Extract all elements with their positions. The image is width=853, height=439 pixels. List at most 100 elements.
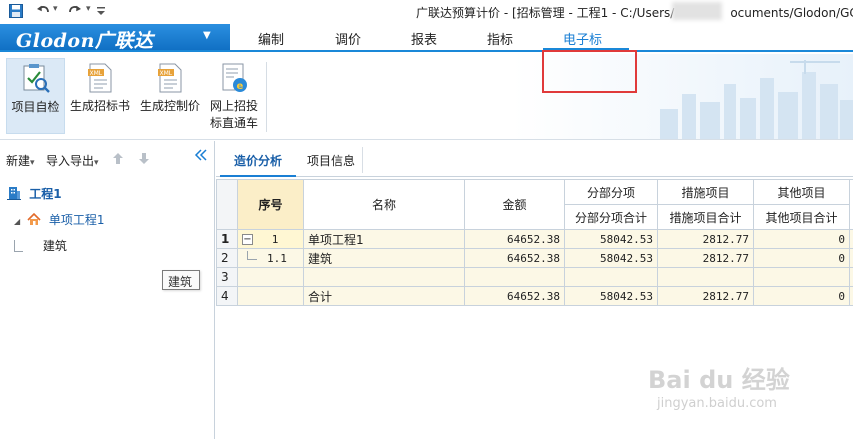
collapse-icon[interactable]: − <box>242 234 253 245</box>
qita-cell[interactable]: 0 <box>753 286 850 306</box>
tab-baobiao[interactable]: 报表 <box>411 29 437 48</box>
chevron-down-icon: ▼ <box>203 30 211 41</box>
column-header-name[interactable]: 名称 <box>303 179 465 230</box>
table-header-row: 序号 名称 金额 分部分项 措施项目 其他项目 <box>216 179 853 230</box>
glodon-logo: Glodon广联达 <box>16 30 154 52</box>
tab-tiaojia[interactable]: 调价 <box>335 29 361 48</box>
row-number: 3 <box>216 267 238 287</box>
column-header-cuoshi-total[interactable]: 措施项目合计 <box>657 204 754 230</box>
cuoshi-cell[interactable] <box>657 267 754 287</box>
column-header-overflow <box>849 179 853 230</box>
customize-icon[interactable] <box>96 3 106 19</box>
overflow-cell <box>849 229 853 249</box>
amount-cell[interactable]: 64652.38 <box>464 286 565 306</box>
tree-node-discipline[interactable]: 建筑 <box>14 237 67 254</box>
cuoshi-cell[interactable]: 2812.77 <box>657 229 754 249</box>
fenbu-cell[interactable]: 58042.53 <box>564 248 658 268</box>
tree-node-project[interactable]: 工程1 <box>7 185 62 202</box>
home-icon <box>27 212 41 225</box>
generate-tender-button[interactable]: XML 生成招标书 <box>68 58 132 134</box>
seq-cell[interactable]: 1.1 <box>237 248 304 268</box>
name-cell[interactable] <box>303 267 465 287</box>
baidu-watermark-url: jingyan.baidu.com <box>657 396 777 411</box>
tab-cost-analysis[interactable]: 造价分析 <box>220 141 296 177</box>
window-title: 广联达预算计价 - [招标管理 - 工程1 - C:/Users/ocument… <box>416 6 853 20</box>
overflow-cell <box>849 286 853 306</box>
title-bar: ▾ ▾ 广联达预算计价 - [招标管理 - 工程1 - C:/Users/ocu… <box>0 0 853 24</box>
tree-toolbar: 新建▾ 导入导出▾ <box>0 141 214 175</box>
project-tree-panel: 新建▾ 导入导出▾ 工程1 ◢ 单项工程1 建筑 <box>0 141 215 439</box>
tab-zhibiao[interactable]: 指标 <box>487 29 513 48</box>
tree-node-unit-project[interactable]: ◢ 单项工程1 <box>14 211 104 228</box>
overflow-cell <box>849 248 853 268</box>
cost-analysis-table: 序号 名称 金额 分部分项 措施项目 其他项目 分部分项合计 措施项目合计 其他… <box>216 179 853 306</box>
seq-cell[interactable] <box>237 286 304 306</box>
baidu-watermark: Bai du 经验 <box>648 366 790 394</box>
generate-control-price-button[interactable]: XML 生成控制价 <box>137 58 203 134</box>
app-menu-button[interactable]: Glodon广联达 ▼ <box>0 24 230 52</box>
fenbu-cell[interactable]: 58042.53 <box>564 229 658 249</box>
column-header-seq[interactable]: 序号 <box>237 179 304 230</box>
column-header-fenbu-total[interactable]: 分部分项合计 <box>564 204 658 230</box>
tree-expander-icon[interactable]: ◢ <box>14 217 20 226</box>
row-number-header <box>216 179 238 230</box>
amount-cell[interactable]: 64652.38 <box>464 248 565 268</box>
redo-icon[interactable] <box>68 3 82 19</box>
tab-bianzhi[interactable]: 编制 <box>258 29 284 48</box>
table-row-total[interactable]: 4 合计 64652.38 58042.53 2812.77 0 <box>216 286 853 306</box>
save-icon[interactable] <box>8 3 24 19</box>
qita-cell[interactable]: 0 <box>753 248 850 268</box>
name-cell[interactable]: 单项工程1 <box>303 229 465 249</box>
import-export-button[interactable]: 导入导出▾ <box>46 152 99 169</box>
new-button[interactable]: 新建▾ <box>6 152 35 169</box>
building-icon <box>7 187 21 200</box>
arrow-down-icon[interactable] <box>138 152 150 168</box>
fenbu-cell[interactable] <box>564 267 658 287</box>
svg-text:XML: XML <box>160 70 173 77</box>
tab-project-info[interactable]: 项目信息 <box>300 141 362 177</box>
svg-text:XML: XML <box>90 70 103 77</box>
cuoshi-cell[interactable]: 2812.77 <box>657 248 754 268</box>
project-self-check-button[interactable]: 项目自检 <box>6 58 65 134</box>
cuoshi-cell[interactable]: 2812.77 <box>657 286 754 306</box>
overflow-cell <box>849 267 853 287</box>
amount-cell[interactable]: 64652.38 <box>464 229 565 249</box>
row-number: 1 <box>216 229 238 249</box>
undo-dropdown-icon[interactable]: ▾ <box>53 4 58 20</box>
column-header-amount[interactable]: 金额 <box>464 179 565 230</box>
name-cell[interactable]: 合计 <box>303 286 465 306</box>
ribbon-separator <box>266 62 267 132</box>
amount-cell[interactable] <box>464 267 565 287</box>
column-header-cuoshi[interactable]: 措施项目 <box>657 179 754 205</box>
column-header-fenbu[interactable]: 分部分项 <box>564 179 658 205</box>
online-bidding-button[interactable]: e 网上招投 标直通车 <box>206 58 262 134</box>
column-header-qita[interactable]: 其他项目 <box>753 179 850 205</box>
arrow-up-icon[interactable] <box>112 152 124 168</box>
xml-tender-icon: XML <box>88 63 112 93</box>
row-number: 4 <box>216 286 238 306</box>
tree-connector <box>14 240 23 252</box>
qita-cell[interactable]: 0 <box>753 229 850 249</box>
row-number: 2 <box>216 248 238 268</box>
tab-dianzibiao[interactable]: 电子标 <box>563 29 602 48</box>
column-header-qita-total[interactable]: 其他项目合计 <box>753 204 850 230</box>
button-label: 项目自检 <box>11 100 60 114</box>
fenbu-cell[interactable]: 58042.53 <box>564 286 658 306</box>
redo-dropdown-icon[interactable]: ▾ <box>86 4 91 20</box>
seq-cell[interactable]: −1 <box>237 229 304 249</box>
check-inspect-icon <box>23 64 50 93</box>
ribbon-tab-bar: Glodon广联达 ▼ 编制 调价 报表 指标 电子标 <box>0 24 853 52</box>
seq-cell[interactable] <box>237 267 304 287</box>
tree-connector <box>247 251 257 260</box>
table-row[interactable]: 2 1.1 建筑 64652.38 58042.53 2812.77 0 <box>216 248 853 268</box>
double-chevron-left-icon[interactable] <box>194 148 208 166</box>
svg-text:e: e <box>237 81 244 92</box>
xml-control-price-icon: XML <box>158 63 182 93</box>
tab-separator <box>362 147 363 173</box>
qita-cell[interactable] <box>753 267 850 287</box>
name-cell[interactable]: 建筑 <box>303 248 465 268</box>
undo-icon[interactable] <box>36 3 50 19</box>
city-skyline-decoration <box>660 60 853 139</box>
table-row[interactable]: 1 −1 单项工程1 64652.38 58042.53 2812.77 0 <box>216 229 853 249</box>
table-row[interactable]: 3 <box>216 267 853 287</box>
